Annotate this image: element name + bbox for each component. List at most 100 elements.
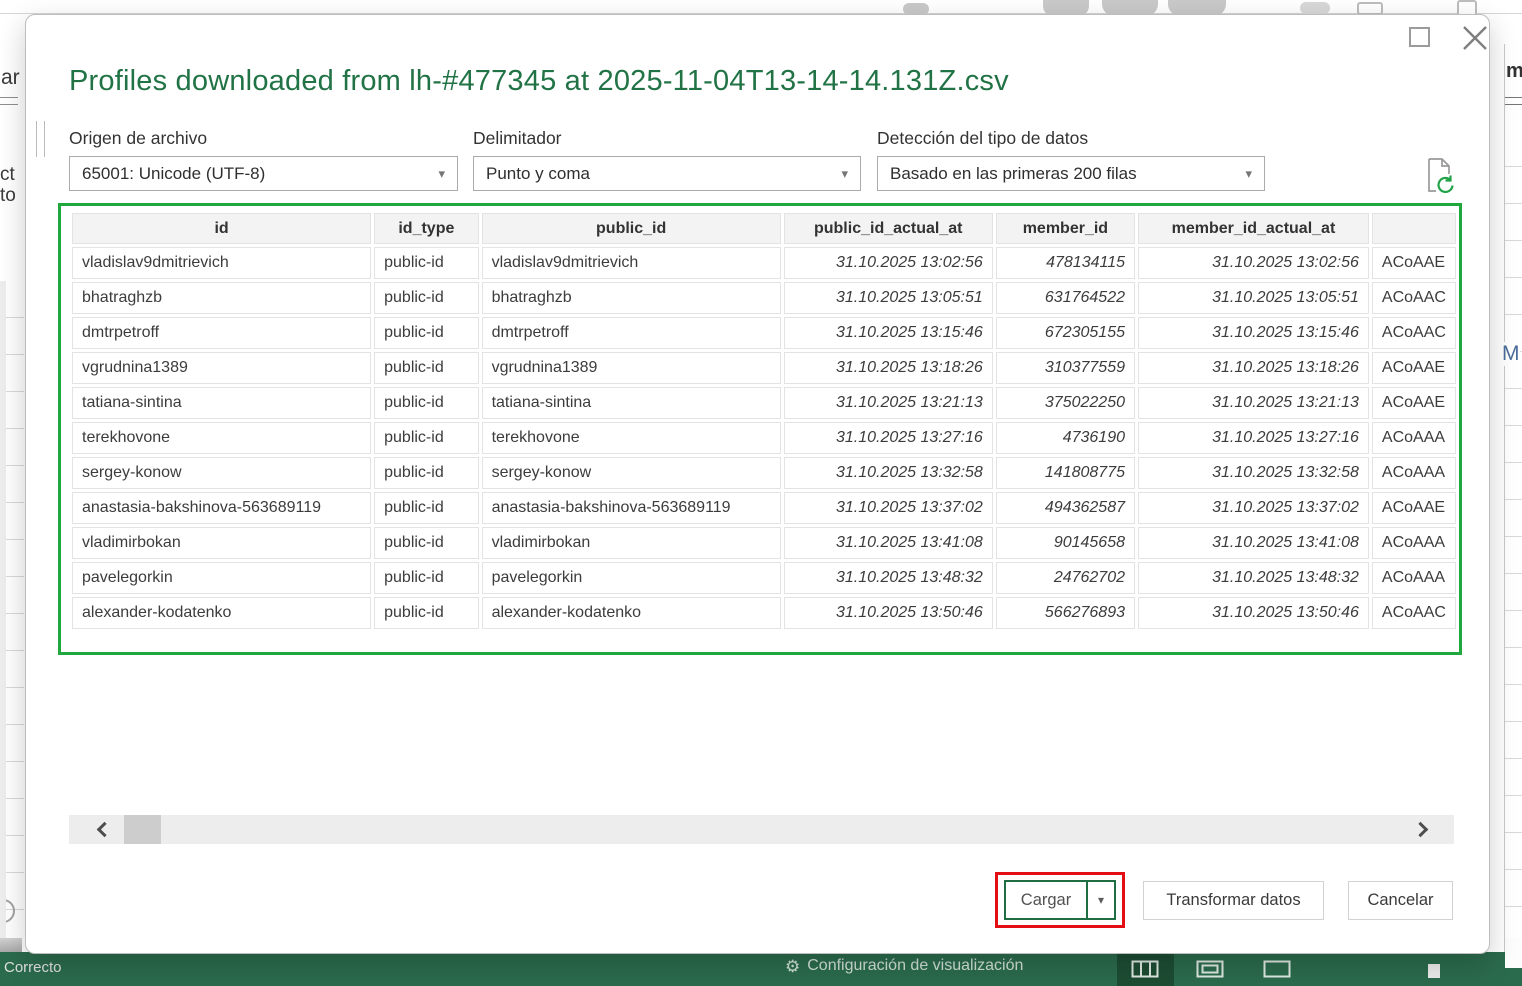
table-cell: 31.10.2025 13:15:46 [1138, 317, 1369, 349]
table-cell: pavelegorkin [72, 562, 372, 594]
table-cell: 672305155 [995, 317, 1135, 349]
table-cell: 31.10.2025 13:37:02 [1138, 492, 1369, 524]
table-cell: terekhovone [72, 422, 372, 454]
table-cell: alexander-kodatenko [72, 597, 372, 629]
table-cell: public-id [374, 352, 479, 384]
excel-status-bar: Correcto ⚙ Configuración de visualizació… [0, 952, 1522, 986]
column-header: member_id_actual_at [1138, 213, 1369, 244]
background-ribbon-divider [0, 97, 18, 105]
table-cell: sergey-konow [481, 457, 781, 489]
normal-view-icon[interactable] [1131, 960, 1159, 978]
delimiter-dropdown[interactable]: Punto y coma ▾ [473, 156, 861, 191]
table-cell: 31.10.2025 13:37:02 [783, 492, 993, 524]
table-cell: 31.10.2025 13:27:16 [783, 422, 993, 454]
table-cell: pavelegorkin [481, 562, 781, 594]
table-cell: vladislav9dmitrievich [481, 247, 781, 279]
page-break-view-icon[interactable] [1263, 960, 1291, 978]
close-icon[interactable] [1460, 23, 1490, 53]
table-cell: public-id [374, 457, 479, 489]
table-cell: 310377559 [995, 352, 1135, 384]
table-row: sergey-konow public-id sergey-konow 31.10.2… [72, 457, 1456, 489]
table-row: bhatraghzb public-id bhatraghzb 31.10.2025 … [72, 282, 1456, 314]
table-cell: 31.10.2025 13:15:46 [783, 317, 993, 349]
table-cell: 478134115 [995, 247, 1135, 279]
background-text-fragment: to [0, 185, 16, 206]
table-cell: vladimirbokan [481, 527, 781, 559]
table-cell: sergey-konow [72, 457, 372, 489]
table-cell: ACoAAA [1371, 422, 1456, 454]
table-cell: alexander-kodatenko [481, 597, 781, 629]
background-cell-text-fragment: M [1502, 342, 1520, 366]
table-cell: 31.10.2025 13:05:51 [783, 282, 993, 314]
scroll-left-icon[interactable] [96, 821, 113, 838]
table-cell: ACoAAE [1371, 247, 1456, 279]
table-cell: 566276893 [995, 597, 1135, 629]
table-highlight-annotation: id id_type public_id public_id_actual_at mem… [58, 203, 1462, 655]
scrollbar-thumb[interactable] [124, 815, 161, 844]
table-cell: public-id [374, 282, 479, 314]
table-cell: 31.10.2025 13:32:58 [783, 457, 993, 489]
background-scrollbar-fragment [1505, 938, 1522, 968]
maximize-icon[interactable] [1409, 27, 1430, 47]
chevron-down-icon: ▾ [1245, 165, 1252, 181]
table-row: anastasia-bakshinova-563689119 public-id a… [72, 492, 1456, 524]
scroll-right-icon[interactable] [1412, 821, 1429, 838]
zoom-slider-handle[interactable] [1428, 964, 1440, 978]
table-row: vgrudnina1389 public-id vgrudnina1389 31.10… [72, 352, 1456, 384]
transform-data-button[interactable]: Transformar datos [1143, 881, 1324, 920]
table-cell: public-id [374, 597, 479, 629]
table-cell: bhatraghzb [72, 282, 372, 314]
display-settings-button[interactable]: ⚙ Configuración de visualización [785, 957, 1023, 975]
table-row: vladimirbokan public-id vladimirbokan 31.10… [72, 527, 1456, 559]
table-row: tatiana-sintina public-id tatiana-sintina 3… [72, 387, 1456, 419]
data-preview-table: id id_type public_id public_id_actual_at mem… [69, 210, 1459, 632]
load-split-button[interactable]: Cargar ▾ [1004, 880, 1116, 920]
table-cell: vgrudnina1389 [481, 352, 781, 384]
table-cell: public-id [374, 247, 479, 279]
load-button-label: Cargar [1006, 882, 1088, 918]
type-detection-value: Basado en las primeras 200 filas [890, 163, 1137, 183]
column-header: public_id_actual_at [783, 213, 993, 244]
type-detection-dropdown[interactable]: Basado en las primeras 200 filas ▾ [877, 156, 1265, 191]
cancel-button[interactable]: Cancelar [1348, 881, 1453, 920]
table-cell: bhatraghzb [481, 282, 781, 314]
table-cell: public-id [374, 562, 479, 594]
table-cell: vgrudnina1389 [72, 352, 372, 384]
refresh-file-icon [1428, 158, 1454, 194]
table-cell: 31.10.2025 13:50:46 [783, 597, 993, 629]
table-cell: public-id [374, 492, 479, 524]
table-cell: 31.10.2025 13:05:51 [1138, 282, 1369, 314]
table-row: vladislav9dmitrievich public-id vladislav9… [72, 247, 1456, 279]
table-cell: ACoAAC [1371, 597, 1456, 629]
table-cell: anastasia-bakshinova-563689119 [72, 492, 372, 524]
file-origin-value: 65001: Unicode (UTF-8) [82, 163, 266, 183]
table-cell: 31.10.2025 13:02:56 [1138, 247, 1369, 279]
file-origin-label: Origen de archivo [69, 128, 208, 148]
table-cell: public-id [374, 387, 479, 419]
column-header [1371, 213, 1456, 244]
table-cell: dmtrpetroff [481, 317, 781, 349]
table-cell: vladimirbokan [72, 527, 372, 559]
table-cell: 141808775 [995, 457, 1135, 489]
table-cell: ACoAAA [1371, 562, 1456, 594]
refresh-preview-button[interactable] [1422, 157, 1456, 194]
table-cell: 31.10.2025 13:18:26 [783, 352, 993, 384]
gear-icon: ⚙ [785, 956, 801, 976]
background-text-fragment: m [1506, 60, 1522, 82]
table-cell: tatiana-sintina [481, 387, 781, 419]
file-origin-dropdown[interactable]: 65001: Unicode (UTF-8) ▾ [69, 156, 458, 191]
table-cell: 90145658 [995, 527, 1135, 559]
table-cell: 4736190 [995, 422, 1135, 454]
csv-import-dialog: Profiles downloaded from lh-#477345 at 2… [25, 14, 1490, 954]
table-row: dmtrpetroff public-id dmtrpetroff 31.10.202… [72, 317, 1456, 349]
table-cell: 31.10.2025 13:18:26 [1138, 352, 1369, 384]
background-row-headers [0, 281, 6, 940]
table-cell: vladislav9dmitrievich [72, 247, 372, 279]
background-text-fragment: ct [0, 164, 15, 185]
horizontal-scrollbar[interactable] [69, 815, 1454, 844]
page-layout-view-icon[interactable] [1196, 960, 1224, 978]
background-text-fragment: ar [1, 66, 20, 89]
table-cell: dmtrpetroff [72, 317, 372, 349]
table-cell: ACoAAE [1371, 492, 1456, 524]
column-header: member_id [995, 213, 1135, 244]
